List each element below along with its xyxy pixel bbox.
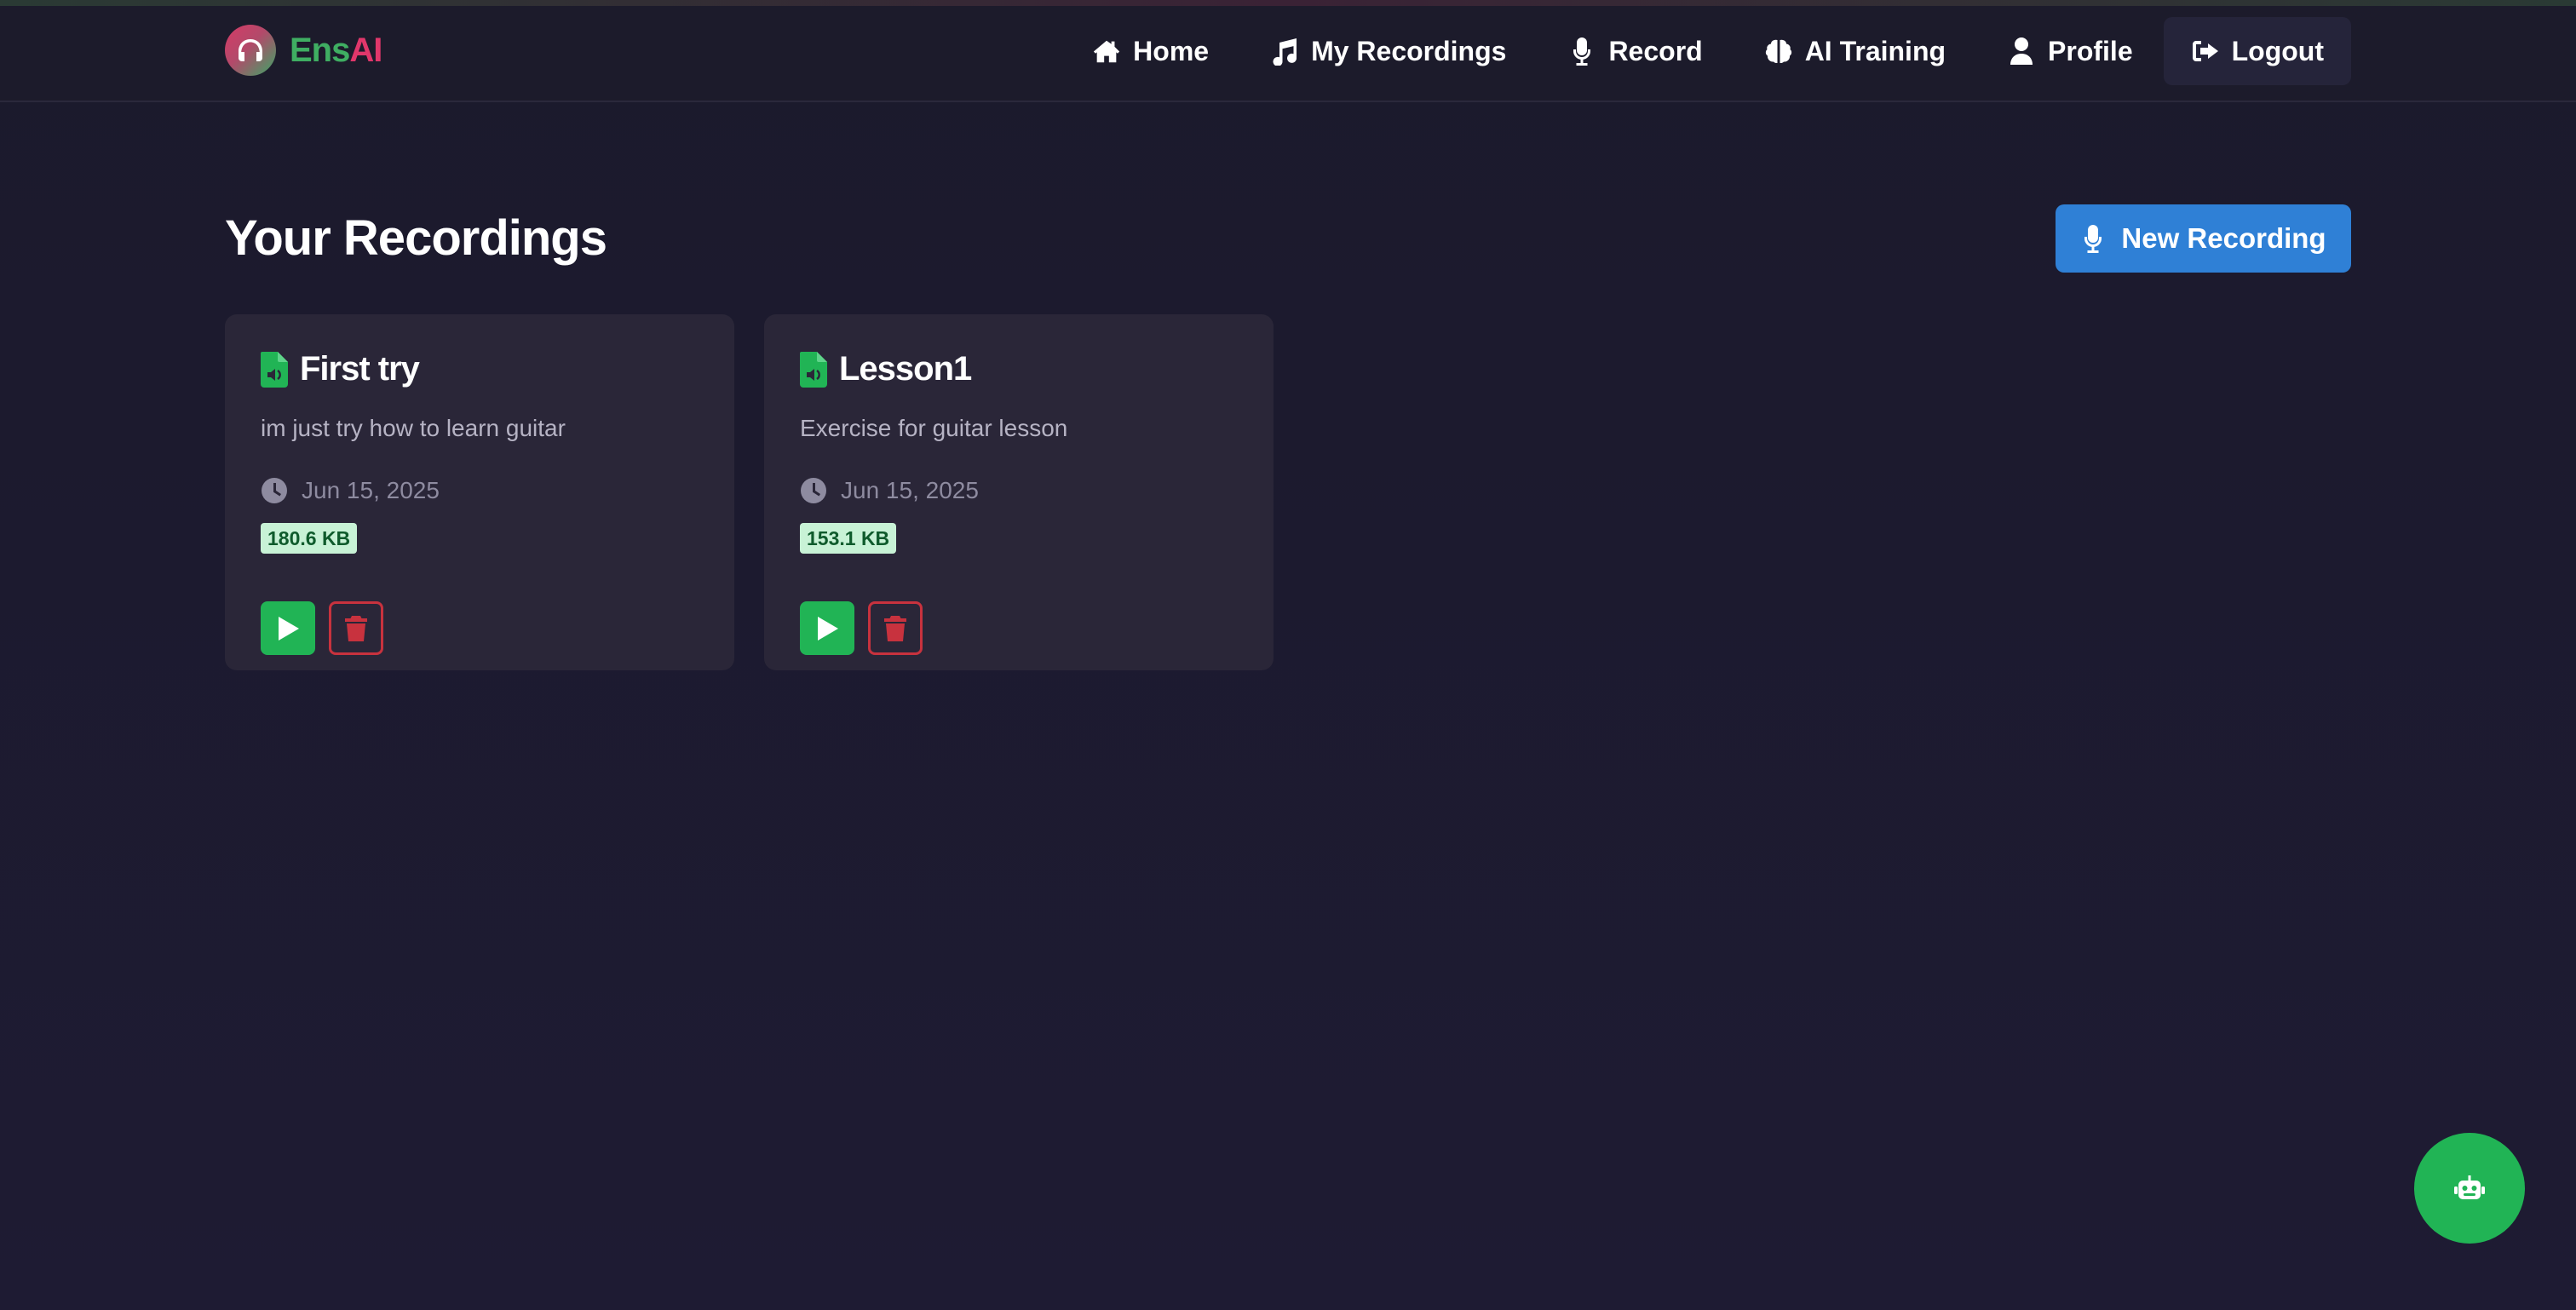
- delete-button[interactable]: [329, 601, 383, 655]
- top-accent-line: [0, 0, 2576, 6]
- nav-my-recordings[interactable]: My Recordings: [1239, 17, 1537, 85]
- headphones-icon: [225, 25, 276, 76]
- file-size-badge: 153.1 KB: [800, 523, 897, 554]
- nav-ai-training[interactable]: AI Training: [1734, 17, 1976, 85]
- play-button[interactable]: [261, 601, 315, 655]
- nav-logout[interactable]: Logout: [2163, 17, 2351, 85]
- brand-name: EnsAI: [290, 32, 382, 70]
- brand-logo[interactable]: EnsAI: [225, 25, 382, 76]
- file-size-badge: 180.6 KB: [261, 523, 358, 554]
- recording-date-row: Jun 15, 2025: [800, 477, 979, 504]
- nav-home[interactable]: Home: [1061, 17, 1239, 85]
- recording-title: First try: [300, 350, 420, 388]
- nav-record[interactable]: Record: [1537, 17, 1733, 85]
- recording-description: Exercise for guitar lesson: [800, 415, 1068, 441]
- recording-title-row: Lesson1: [800, 350, 972, 388]
- trash-icon: [884, 615, 906, 641]
- play-icon: [818, 616, 838, 641]
- recording-description: im just try how to learn guitar: [261, 415, 566, 441]
- robot-icon: [2454, 1175, 2485, 1199]
- main-nav: Home My Recordings Record AI Training Pr…: [1061, 17, 2351, 85]
- nav-logout-label: Logout: [2231, 35, 2324, 66]
- microphone-icon: [2084, 225, 2102, 253]
- recording-title: Lesson1: [839, 350, 972, 388]
- user-icon: [2010, 37, 2033, 65]
- recording-date: Jun 15, 2025: [841, 477, 979, 503]
- play-button[interactable]: [800, 601, 854, 655]
- microphone-icon: [1573, 37, 1591, 66]
- ai-assistant-button[interactable]: [2414, 1133, 2525, 1244]
- logout-icon: [2192, 41, 2218, 61]
- nav-record-label: Record: [1608, 35, 1703, 66]
- audio-file-icon: [800, 351, 827, 388]
- recording-card: First try im just try how to learn guita…: [225, 314, 734, 670]
- delete-button[interactable]: [868, 601, 923, 655]
- page-title: Your Recordings: [225, 210, 607, 266]
- nav-ai-training-label: AI Training: [1804, 35, 1946, 66]
- audio-file-icon: [261, 351, 288, 388]
- recording-date: Jun 15, 2025: [302, 477, 440, 503]
- brand-name-part1: Ens: [290, 31, 350, 69]
- recording-date-row: Jun 15, 2025: [261, 477, 440, 504]
- music-icon: [1273, 38, 1297, 66]
- new-recording-button[interactable]: New Recording: [2056, 204, 2351, 273]
- play-icon: [279, 616, 299, 641]
- clock-icon: [801, 478, 826, 503]
- home-icon: [1094, 40, 1120, 63]
- clock-icon: [262, 478, 287, 503]
- new-recording-label: New Recording: [2121, 222, 2326, 254]
- nav-home-label: Home: [1133, 35, 1210, 66]
- recording-card: Lesson1 Exercise for guitar lesson Jun 1…: [764, 314, 1274, 670]
- brand-name-part2: AI: [349, 31, 382, 69]
- nav-profile[interactable]: Profile: [1976, 17, 2164, 85]
- brain-icon: [1765, 39, 1791, 64]
- recording-title-row: First try: [261, 350, 420, 388]
- navbar: EnsAI Home My Recordings Record AI Train…: [0, 6, 2576, 102]
- nav-profile-label: Profile: [2048, 35, 2133, 66]
- trash-icon: [345, 615, 367, 641]
- nav-my-recordings-label: My Recordings: [1311, 35, 1507, 66]
